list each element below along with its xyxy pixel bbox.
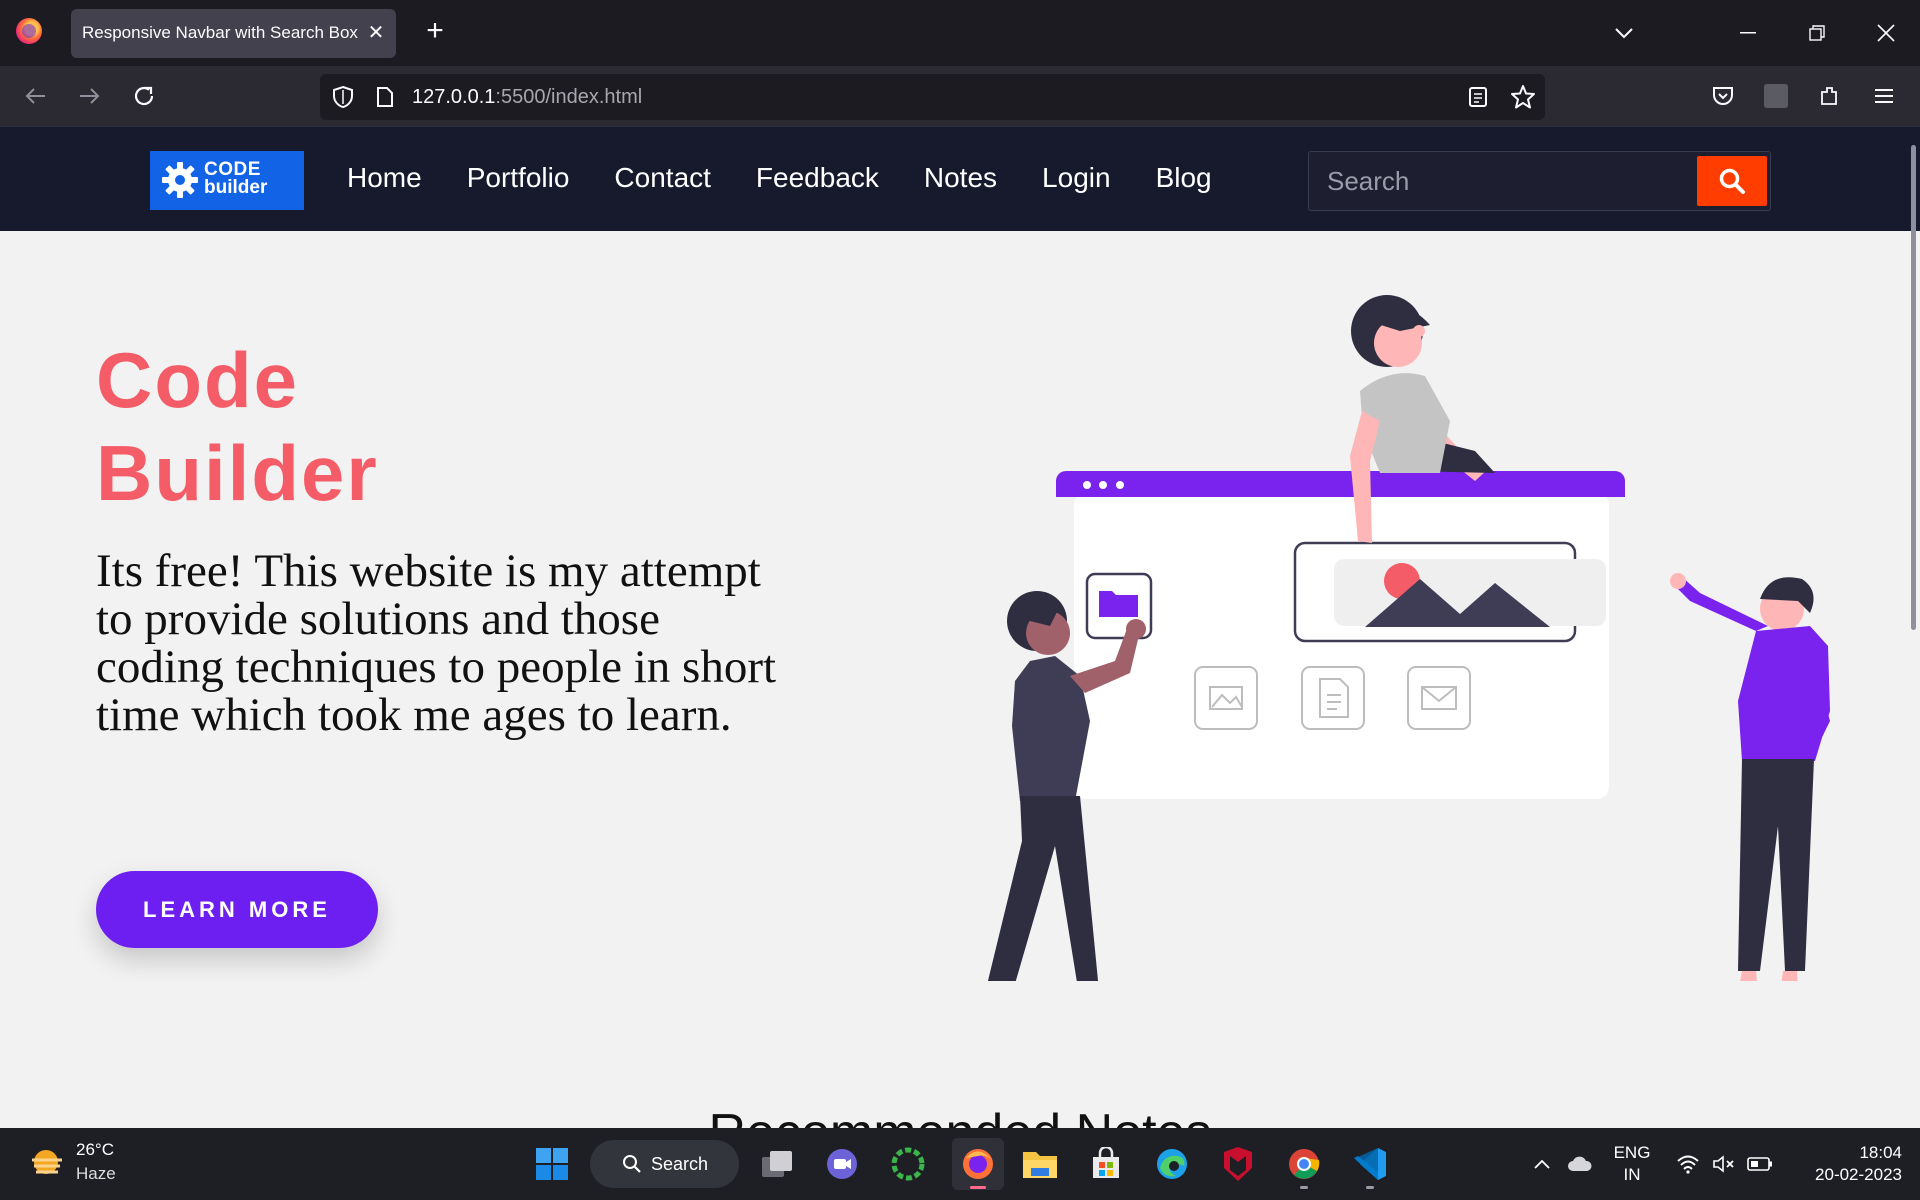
edge-browser-icon[interactable] (1150, 1142, 1194, 1186)
app-menu-icon[interactable] (1866, 78, 1902, 114)
system-clock[interactable]: 18:04 20-02-2023 (1790, 1142, 1902, 1186)
extensions-icon[interactable] (1812, 78, 1848, 114)
vscode-icon[interactable] (1348, 1142, 1392, 1189)
firefox-taskbar-icon[interactable] (952, 1138, 1004, 1190)
url-host: 127.0.0.1 (412, 86, 496, 108)
hero-illustration (987, 295, 1830, 981)
recommended-notes-heading: Recommended Notes (0, 1103, 1920, 1128)
battery-icon[interactable] (1740, 1142, 1780, 1186)
speaker-muted-icon[interactable] (1704, 1142, 1744, 1186)
nav-link-home[interactable]: Home (347, 162, 422, 194)
language-indicator[interactable]: ENG IN (1608, 1142, 1656, 1186)
hero-title-line2: Builder (96, 429, 379, 517)
page-scrollbar[interactable] (1911, 145, 1916, 630)
show-hidden-icons-chevron-icon[interactable] (1522, 1142, 1562, 1186)
hero-title: Code Builder (96, 334, 379, 520)
site-search-input[interactable] (1309, 152, 1694, 210)
search-icon (623, 1155, 641, 1173)
gear-icon (162, 162, 198, 198)
chrome-icon[interactable] (1282, 1142, 1326, 1189)
nav-link-login[interactable]: Login (1042, 162, 1111, 194)
mcafee-icon[interactable] (1216, 1142, 1260, 1186)
reload-icon[interactable] (126, 78, 162, 114)
minimize-window-icon[interactable] (1728, 14, 1768, 52)
language-line2: IN (1623, 1165, 1641, 1184)
address-bar[interactable]: 127.0.0.1:5500/index.html (320, 74, 1545, 120)
loading-app-icon[interactable] (886, 1142, 930, 1186)
weather-temperature: 26°C (76, 1140, 114, 1159)
restore-window-icon[interactable] (1797, 14, 1837, 52)
hero-title-line1: Code (96, 336, 299, 424)
taskbar-search[interactable]: Search (590, 1140, 739, 1188)
site-search-box (1308, 151, 1771, 211)
url-path: :5500/index.html (495, 86, 643, 108)
taskbar-search-label: Search (651, 1154, 709, 1174)
reader-view-icon[interactable] (1468, 86, 1488, 113)
site-navbar: CODE builder Home Portfolio Contact Feed… (0, 126, 1920, 231)
nav-link-contact[interactable]: Contact (614, 162, 711, 194)
hero-description: Its free! This website is my attempt to … (96, 545, 777, 741)
search-icon (1719, 168, 1745, 194)
nav-link-blog[interactable]: Blog (1156, 162, 1212, 194)
close-tab-icon[interactable]: ✕ (364, 21, 388, 45)
nav-links: Home Portfolio Contact Feedback Notes Lo… (347, 162, 1257, 194)
hero-section: Code Builder Its free! This website is m… (0, 231, 1920, 1128)
page-info-icon[interactable] (376, 86, 394, 113)
close-window-icon[interactable] (1866, 14, 1906, 52)
weather-widget[interactable]: 26°C Haze (28, 1140, 116, 1187)
windows-taskbar: 26°C Haze Search ENG IN 18:04 20-02-2023 (0, 1128, 1920, 1200)
site-search-button[interactable] (1697, 156, 1767, 206)
nav-link-feedback[interactable]: Feedback (756, 162, 879, 194)
weather-condition: Haze (76, 1164, 116, 1183)
language-line1: ENG (1613, 1143, 1651, 1162)
list-all-tabs-icon[interactable] (1604, 14, 1644, 52)
windows-start-icon[interactable] (530, 1142, 574, 1186)
logo-line2: builder (204, 177, 268, 198)
clock-time: 18:04 (1859, 1143, 1902, 1162)
logo-text: CODE builder (204, 160, 268, 198)
tab-title: Responsive Navbar with Search Box (82, 23, 358, 42)
file-explorer-icon[interactable] (1018, 1142, 1062, 1186)
wifi-icon[interactable] (1668, 1142, 1708, 1186)
forward-icon[interactable] (72, 78, 108, 114)
bookmark-star-icon[interactable] (1510, 84, 1536, 115)
haze-weather-icon (32, 1150, 62, 1174)
firefox-menu-icon[interactable] (16, 18, 42, 44)
onedrive-cloud-icon[interactable] (1560, 1142, 1600, 1186)
browser-tab-bar: Responsive Navbar with Search Box ✕ + (0, 0, 1920, 66)
shield-icon[interactable] (332, 85, 354, 114)
nav-link-portfolio[interactable]: Portfolio (467, 162, 570, 194)
teams-chat-icon[interactable] (820, 1142, 864, 1186)
task-view-icon[interactable] (755, 1142, 799, 1186)
learn-more-button[interactable]: LEARN MORE (96, 871, 378, 948)
back-icon[interactable] (17, 78, 53, 114)
pocket-icon[interactable] (1705, 78, 1741, 114)
microsoft-store-icon[interactable] (1084, 1142, 1128, 1186)
browser-tab-active[interactable]: Responsive Navbar with Search Box ✕ (71, 9, 396, 58)
extension-badge-icon[interactable] (1758, 78, 1794, 114)
nav-link-notes[interactable]: Notes (924, 162, 997, 194)
site-logo[interactable]: CODE builder (150, 151, 304, 210)
clock-date: 20-02-2023 (1815, 1165, 1902, 1184)
url-text[interactable]: 127.0.0.1:5500/index.html (412, 86, 642, 109)
new-tab-button[interactable]: + (420, 16, 450, 46)
